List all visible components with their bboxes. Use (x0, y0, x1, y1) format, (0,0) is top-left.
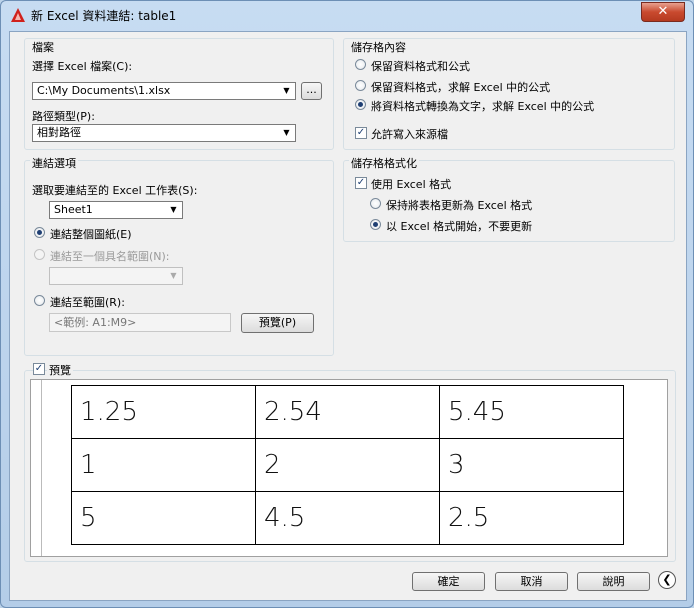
link-named-range-radio[interactable] (34, 249, 45, 260)
keep-updated-radio[interactable] (370, 198, 381, 209)
allow-write-checkbox[interactable]: ✓ (355, 127, 367, 139)
convert-to-text-radio[interactable] (355, 99, 366, 110)
dialog-body: 檔案 選擇 Excel 檔案(C): C:\My Documents\1.xls… (9, 31, 687, 601)
table-cell: 5 (71, 491, 256, 545)
preview-checkbox[interactable]: ✓ (33, 363, 45, 375)
keep-format-formulas-label[interactable]: 保留資料格式和公式 (371, 58, 470, 74)
sheet-label: 選取要連結至的 Excel 工作表(S): (32, 184, 198, 197)
cancel-button[interactable]: 取消 (495, 572, 568, 591)
table-row: 1.25 2.54 5.45 (71, 385, 624, 439)
keep-format-formulas-radio[interactable] (355, 59, 366, 70)
table-cell: 2.54 (255, 385, 440, 439)
table-cell: 1.25 (71, 385, 256, 439)
link-whole-sheet-label[interactable]: 連結整個圖紙(E) (50, 226, 132, 242)
file-path-value: C:\My Documents\1.xlsx (37, 84, 171, 97)
named-range-combo[interactable]: ▼ (49, 267, 183, 285)
chevron-down-icon: ▼ (283, 86, 290, 95)
path-type-label: 路徑類型(P): (32, 110, 95, 123)
cell-contents-title: 儲存格內容 (349, 39, 408, 55)
allow-write-label[interactable]: 允許寫入來源檔 (371, 126, 448, 142)
use-excel-format-checkbox[interactable]: ✓ (355, 177, 367, 189)
range-input[interactable]: <範例: A1:M9> (49, 313, 231, 332)
autocad-logo-icon (11, 8, 25, 22)
start-no-update-label[interactable]: 以 Excel 格式開始，不要更新 (386, 218, 532, 234)
table-preview: 1.25 2.54 5.45 1 2 3 5 4.5 2.5 (30, 379, 668, 557)
title-bar[interactable]: 新 Excel 資料連結: table1 ✕ (1, 1, 693, 29)
link-range-radio[interactable] (34, 295, 45, 306)
browse-button[interactable]: ... (301, 82, 322, 100)
link-range-label[interactable]: 連結至範圍(R): (50, 294, 125, 310)
preview-table: 1.25 2.54 5.45 1 2 3 5 4.5 2.5 (71, 385, 624, 545)
table-cell: 3 (439, 438, 624, 492)
preview-checkbox-label[interactable]: 預覽 (47, 362, 73, 378)
close-button[interactable]: ✕ (641, 2, 685, 22)
range-placeholder: <範例: A1:M9> (54, 316, 137, 329)
link-whole-sheet-radio[interactable] (34, 227, 45, 238)
chevron-down-icon: ▼ (170, 205, 177, 214)
start-no-update-radio[interactable] (370, 219, 381, 230)
preview-range-button[interactable]: 預覽(P) (241, 313, 314, 333)
convert-to-text-label[interactable]: 將資料格式轉換為文字，求解 Excel 中的公式 (371, 98, 594, 114)
select-excel-file-label: 選擇 Excel 檔案(C): (32, 60, 133, 73)
window-title: 新 Excel 資料連結: table1 (31, 9, 177, 23)
table-cell: 1 (71, 438, 256, 492)
path-type-combo[interactable]: 相對路徑 ▼ (32, 124, 296, 142)
ok-button[interactable]: 確定 (412, 572, 485, 591)
table-cell: 2.5 (439, 491, 624, 545)
table-row: 1 2 3 (71, 438, 624, 492)
link-named-range-label[interactable]: 連結至一個具名範圍(N): (50, 248, 170, 264)
cell-formatting-title: 儲存格格式化 (349, 155, 419, 171)
sheet-value: Sheet1 (54, 203, 93, 216)
keep-format-solve-label[interactable]: 保留資料格式，求解 Excel 中的公式 (371, 79, 550, 95)
path-type-value: 相對路徑 (37, 126, 81, 139)
file-path-combo[interactable]: C:\My Documents\1.xlsx ▼ (32, 82, 296, 100)
chevron-down-icon: ▼ (170, 271, 177, 280)
table-cell: 4.5 (255, 491, 440, 545)
table-cell: 2 (255, 438, 440, 492)
link-options-title: 連結選項 (30, 155, 78, 171)
sheet-combo[interactable]: Sheet1 ▼ (49, 201, 183, 219)
keep-format-solve-radio[interactable] (355, 80, 366, 91)
table-row: 5 4.5 2.5 (71, 491, 624, 545)
table-cell: 5.45 (439, 385, 624, 439)
back-arrow-icon[interactable]: ❮ (658, 571, 676, 589)
chevron-down-icon: ▼ (283, 128, 290, 137)
preview-margin (31, 380, 42, 556)
use-excel-format-label[interactable]: 使用 Excel 格式 (371, 176, 451, 192)
dialog-window: 新 Excel 資料連結: table1 ✕ 檔案 選擇 Excel 檔案(C)… (0, 0, 694, 608)
keep-updated-label[interactable]: 保持將表格更新為 Excel 格式 (386, 197, 532, 213)
help-button[interactable]: 說明 (577, 572, 650, 591)
file-group-title: 檔案 (30, 39, 56, 55)
